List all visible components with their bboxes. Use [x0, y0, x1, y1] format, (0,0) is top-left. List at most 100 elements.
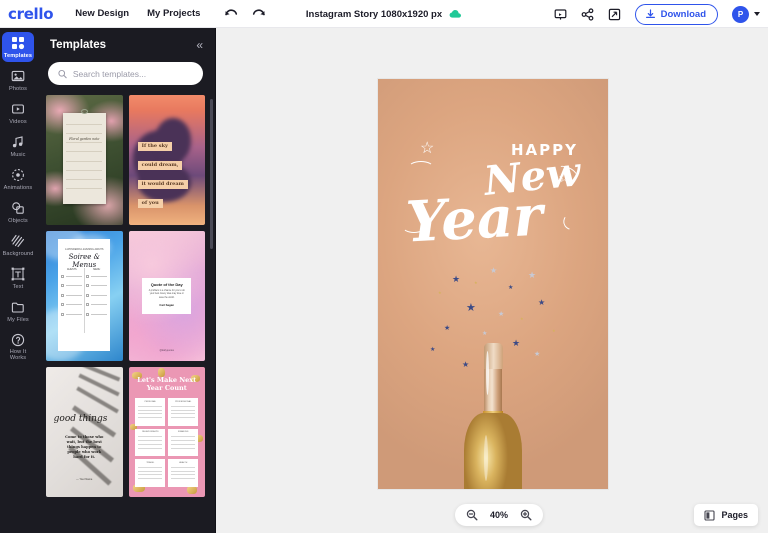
templates-panel: Templates « Floral garden note: [36, 28, 216, 533]
sidebar-item-background[interactable]: Background: [2, 230, 34, 260]
crello-editor-window: crello New Design My Projects Instagram …: [0, 0, 768, 533]
template-body: A problem is a chance for you to do your…: [148, 289, 185, 299]
zoom-in-icon[interactable]: [520, 509, 532, 521]
animations-icon: [11, 168, 25, 183]
text-icon: [11, 267, 25, 282]
search-input[interactable]: [72, 68, 193, 79]
template-box-label: TRAVEL: [146, 461, 155, 464]
template-line-3: it would dream: [137, 179, 188, 189]
sidebar-item-animations[interactable]: Animations: [2, 164, 34, 194]
champagne-bottle-image[interactable]: [464, 343, 522, 489]
objects-icon: [11, 201, 25, 216]
music-icon: [11, 135, 25, 150]
my-files-icon: [11, 300, 25, 315]
cloud-saved-icon: [449, 9, 462, 19]
collapse-chevron-icon[interactable]: «: [196, 39, 203, 51]
share-icon[interactable]: [581, 7, 594, 21]
template-card-sky-dream[interactable]: If the sky could dream, it would dream o…: [128, 95, 205, 225]
zoom-out-icon[interactable]: [466, 509, 478, 521]
photos-icon: [11, 69, 25, 84]
canvas-workspace[interactable]: ☆ ☆ HAPPY New Year ★ ★ ★ ★ ★ ★ ★ ★ ★ ★ ★…: [216, 28, 768, 533]
template-heading: Quote of the Day: [150, 281, 183, 287]
videos-icon: [11, 102, 25, 117]
template-paper: [62, 113, 106, 205]
search-area: [36, 62, 215, 95]
template-handle: @dailyquotes: [159, 348, 175, 352]
sidebar-label-text: Text: [12, 283, 24, 290]
template-box-grid: PERSONAL PROFESSIONAL RELATIONSHIPS FINA…: [135, 398, 199, 487]
history-controls: [224, 8, 266, 20]
panel-header: Templates «: [36, 28, 215, 62]
sidebar-item-my-files[interactable]: My Files: [2, 296, 34, 326]
sidebar-label-objects: Objects: [8, 217, 28, 224]
template-text-lines: If the sky could dream, it would dream o…: [137, 134, 198, 210]
pages-button[interactable]: Pages: [694, 504, 758, 526]
user-account-menu[interactable]: P: [732, 5, 760, 23]
chevron-down-icon: [754, 12, 760, 16]
sidebar-item-text[interactable]: Text: [2, 263, 34, 293]
template-heading: good things: [53, 413, 108, 424]
help-icon: [11, 332, 25, 347]
top-right-actions: Download P: [554, 0, 760, 28]
template-card-galaxy-quote[interactable]: Quote of the Day A problem is a chance f…: [128, 231, 205, 361]
sidebar-item-videos[interactable]: Videos: [2, 98, 34, 128]
sidebar-label-photos: Photos: [8, 85, 27, 92]
template-box-label: RELATIONSHIPS: [142, 431, 159, 434]
template-card-ocean-menu[interactable]: A WONDERFUL EVENING AWAITS Soiree & Menu…: [46, 231, 123, 361]
template-card-good-things[interactable]: good things Come to those who wait, but …: [46, 367, 123, 497]
sidebar-item-templates[interactable]: Templates: [2, 32, 34, 62]
duplicate-icon[interactable]: [608, 8, 621, 21]
template-author: Carl Sagan: [159, 303, 175, 308]
download-label: Download: [660, 8, 706, 20]
panel-scrollbar[interactable]: [210, 99, 213, 249]
star-decor-icon: ☆: [420, 140, 435, 157]
top-toolbar: crello New Design My Projects Instagram …: [0, 0, 768, 28]
sidebar-label-how-it-works: How It Works: [9, 349, 27, 362]
sidebar-item-photos[interactable]: Photos: [2, 65, 34, 95]
templates-scroll-area[interactable]: Floral garden note If the sky could drea…: [36, 95, 215, 533]
template-box-label: HEALTH: [179, 461, 188, 464]
crello-logo[interactable]: crello: [8, 5, 54, 23]
template-quote-text: Floral garden note: [69, 136, 100, 141]
search-icon: [58, 69, 67, 78]
left-rail: Templates Photos Videos Music Animations: [0, 28, 36, 533]
templates-icon: [11, 36, 25, 51]
templates-grid: Floral garden note If the sky could drea…: [40, 95, 205, 497]
search-box[interactable]: [48, 62, 203, 85]
template-card-floral-note[interactable]: Floral garden note: [46, 95, 123, 225]
canvas-text-year: Year: [404, 182, 545, 256]
zoom-controls: 40%: [455, 504, 543, 526]
template-author: — Your Name: [76, 478, 93, 482]
document-title[interactable]: Instagram Story 1080x1920 px: [306, 9, 442, 20]
template-box-label: FINANCES: [177, 431, 189, 434]
template-subheading: A WONDERFUL EVENING AWAITS: [65, 247, 104, 251]
template-heading: Let's Make Next Year Count: [137, 376, 197, 393]
template-menu-card: A WONDERFUL EVENING AWAITS Soiree & Menu…: [58, 238, 111, 351]
sidebar-item-music[interactable]: Music: [2, 131, 34, 161]
sidebar-label-videos: Videos: [9, 118, 27, 125]
sidebar-item-objects[interactable]: Objects: [2, 197, 34, 227]
menu-item-new-design[interactable]: New Design: [75, 8, 129, 19]
template-line-2: could dream,: [137, 160, 183, 170]
sidebar-label-music: Music: [10, 151, 26, 158]
sidebar-item-how-it-works[interactable]: How It Works: [2, 329, 34, 364]
undo-icon[interactable]: [224, 8, 238, 20]
pages-label: Pages: [721, 510, 748, 520]
download-button[interactable]: Download: [634, 3, 718, 25]
background-icon: [11, 234, 25, 249]
template-card-next-year[interactable]: Let's Make Next Year Count PERSONAL PROF…: [128, 367, 205, 497]
design-canvas[interactable]: ☆ ☆ HAPPY New Year ★ ★ ★ ★ ★ ★ ★ ★ ★ ★ ★…: [378, 79, 608, 489]
menu-item-my-projects[interactable]: My Projects: [147, 8, 200, 19]
swoosh-decor: [408, 161, 434, 175]
template-box-label: PROFESSIONAL: [175, 400, 192, 403]
sidebar-label-animations: Animations: [3, 184, 33, 191]
present-icon[interactable]: [554, 8, 567, 21]
redo-icon[interactable]: [252, 8, 266, 20]
zoom-level-value[interactable]: 40%: [488, 510, 510, 520]
avatar: P: [732, 5, 749, 23]
top-menu: New Design My Projects: [75, 8, 200, 19]
pages-icon: [704, 509, 716, 521]
template-box-label: PERSONAL: [144, 400, 156, 403]
download-icon: [645, 8, 655, 18]
sidebar-label-my-files: My Files: [7, 316, 29, 323]
